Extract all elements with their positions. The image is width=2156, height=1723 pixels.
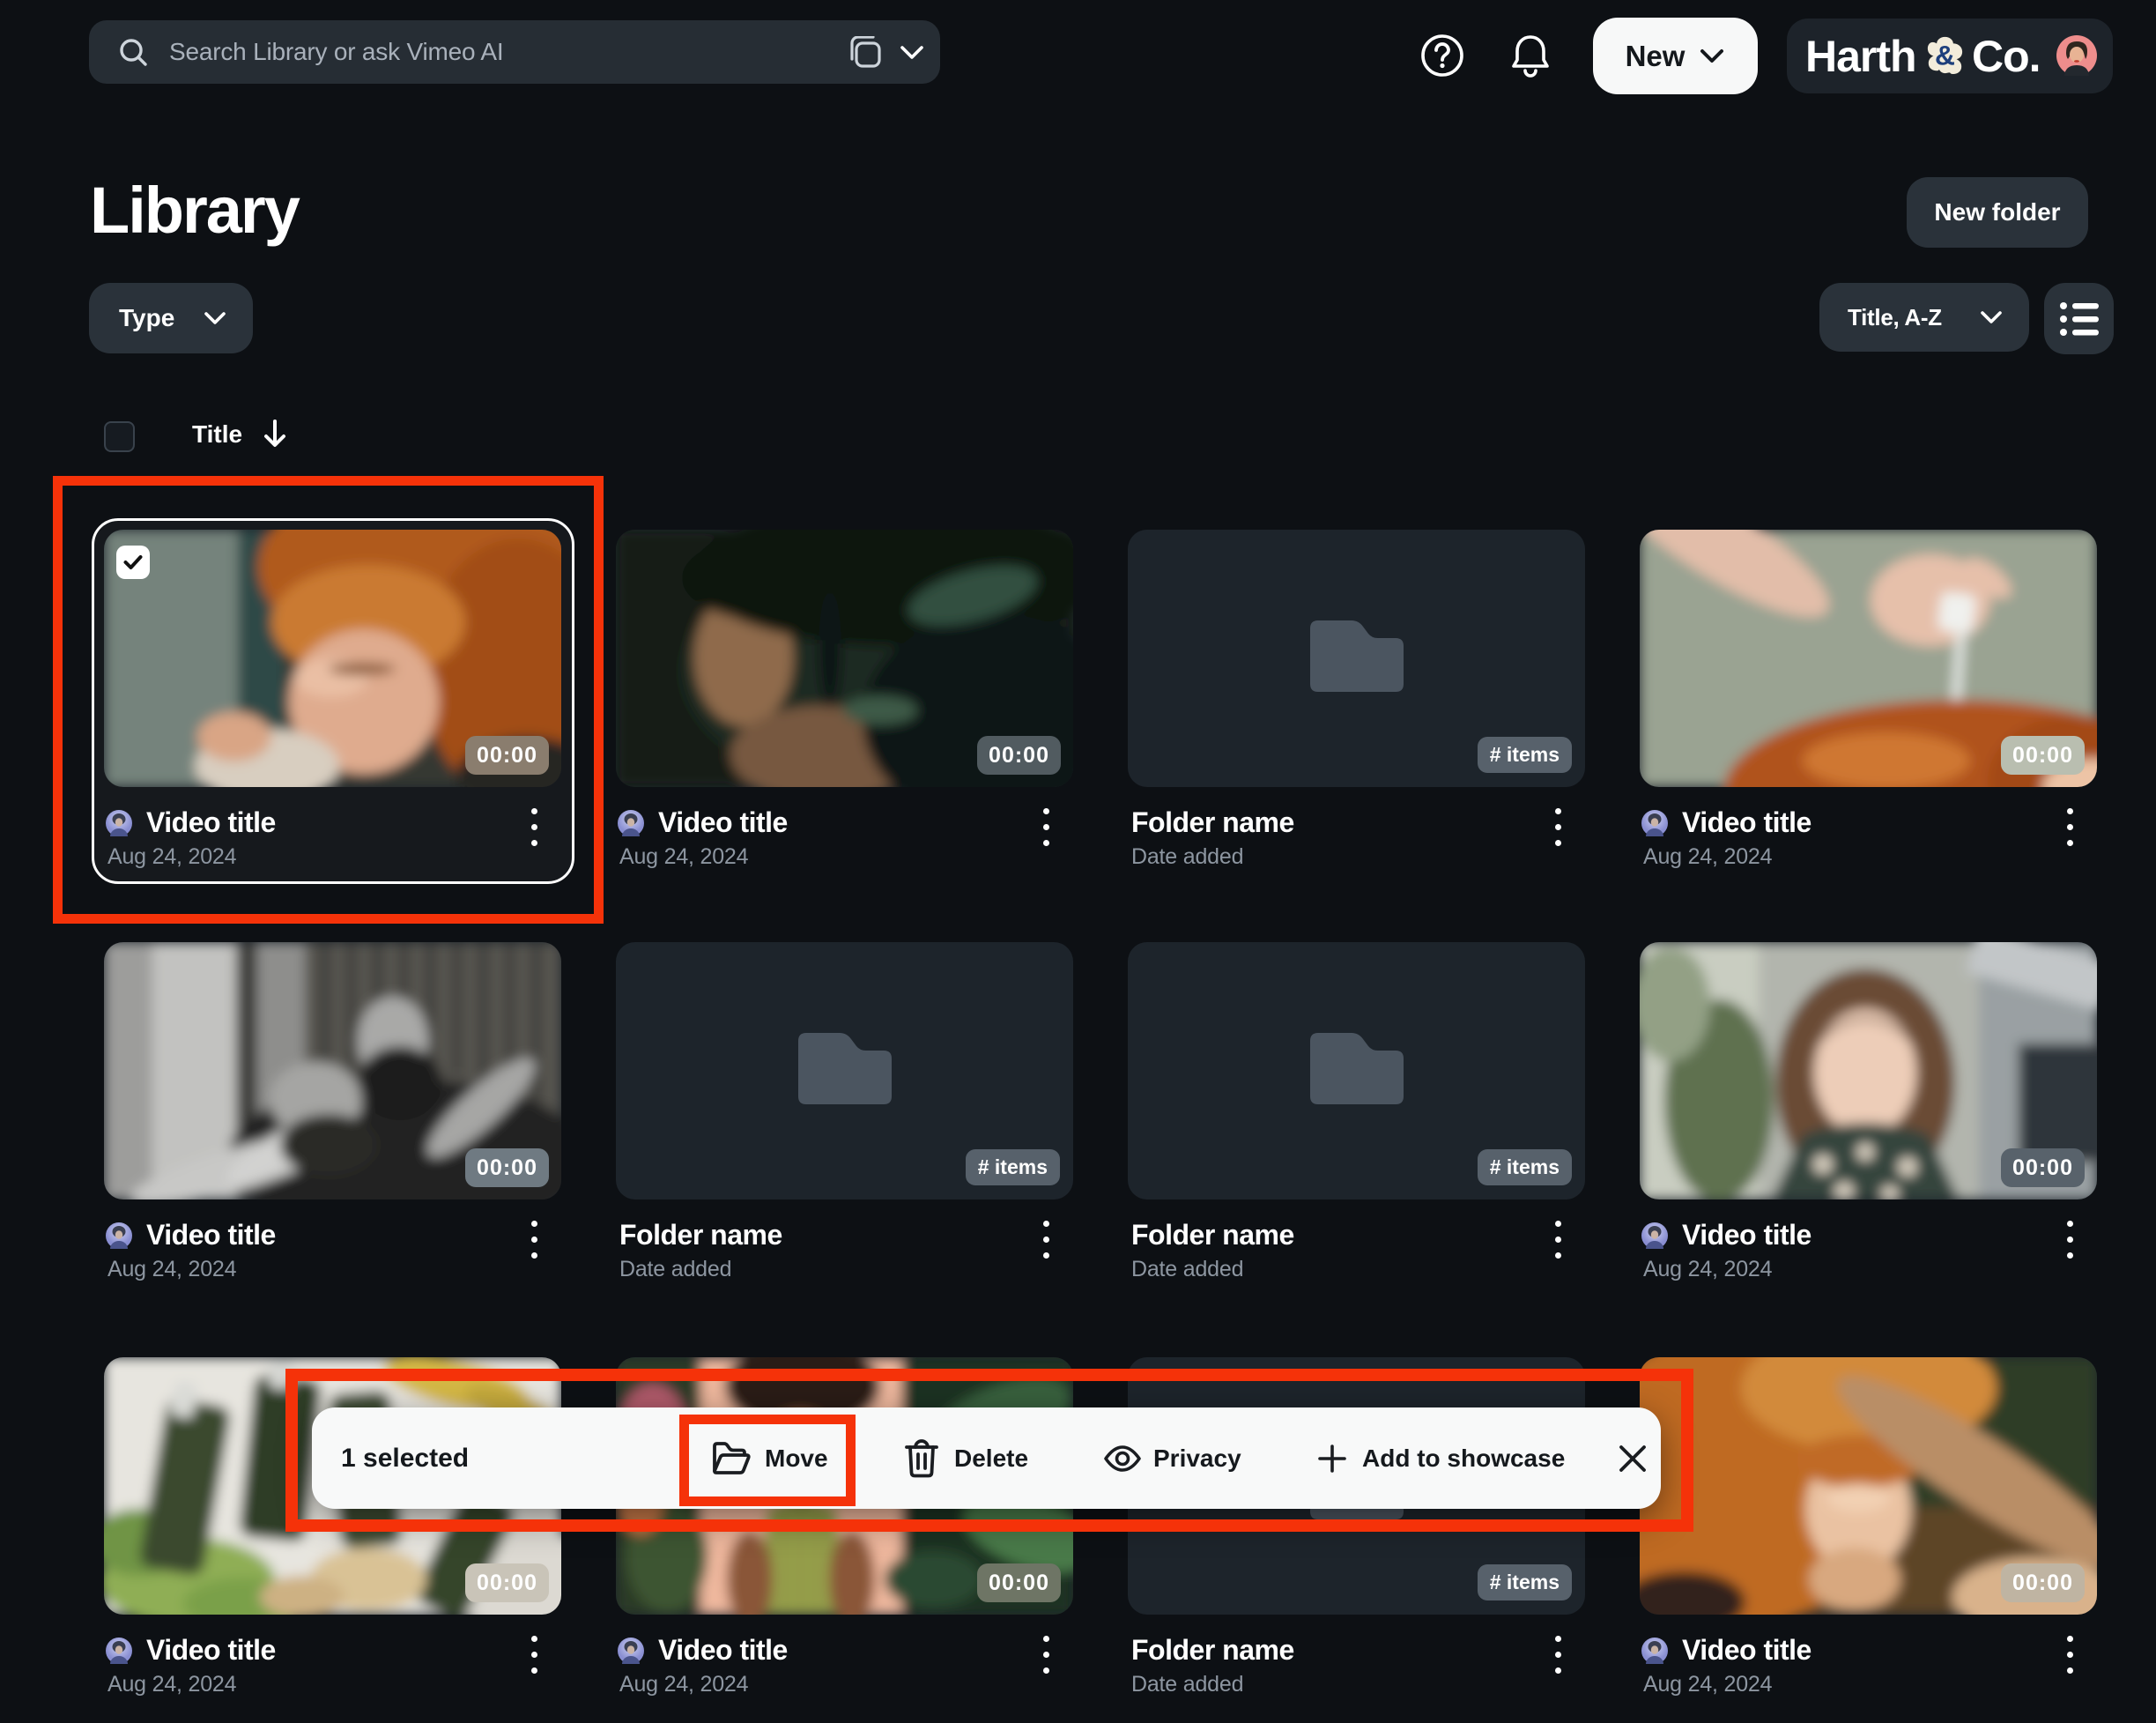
svg-text:&: & (1935, 40, 1955, 71)
